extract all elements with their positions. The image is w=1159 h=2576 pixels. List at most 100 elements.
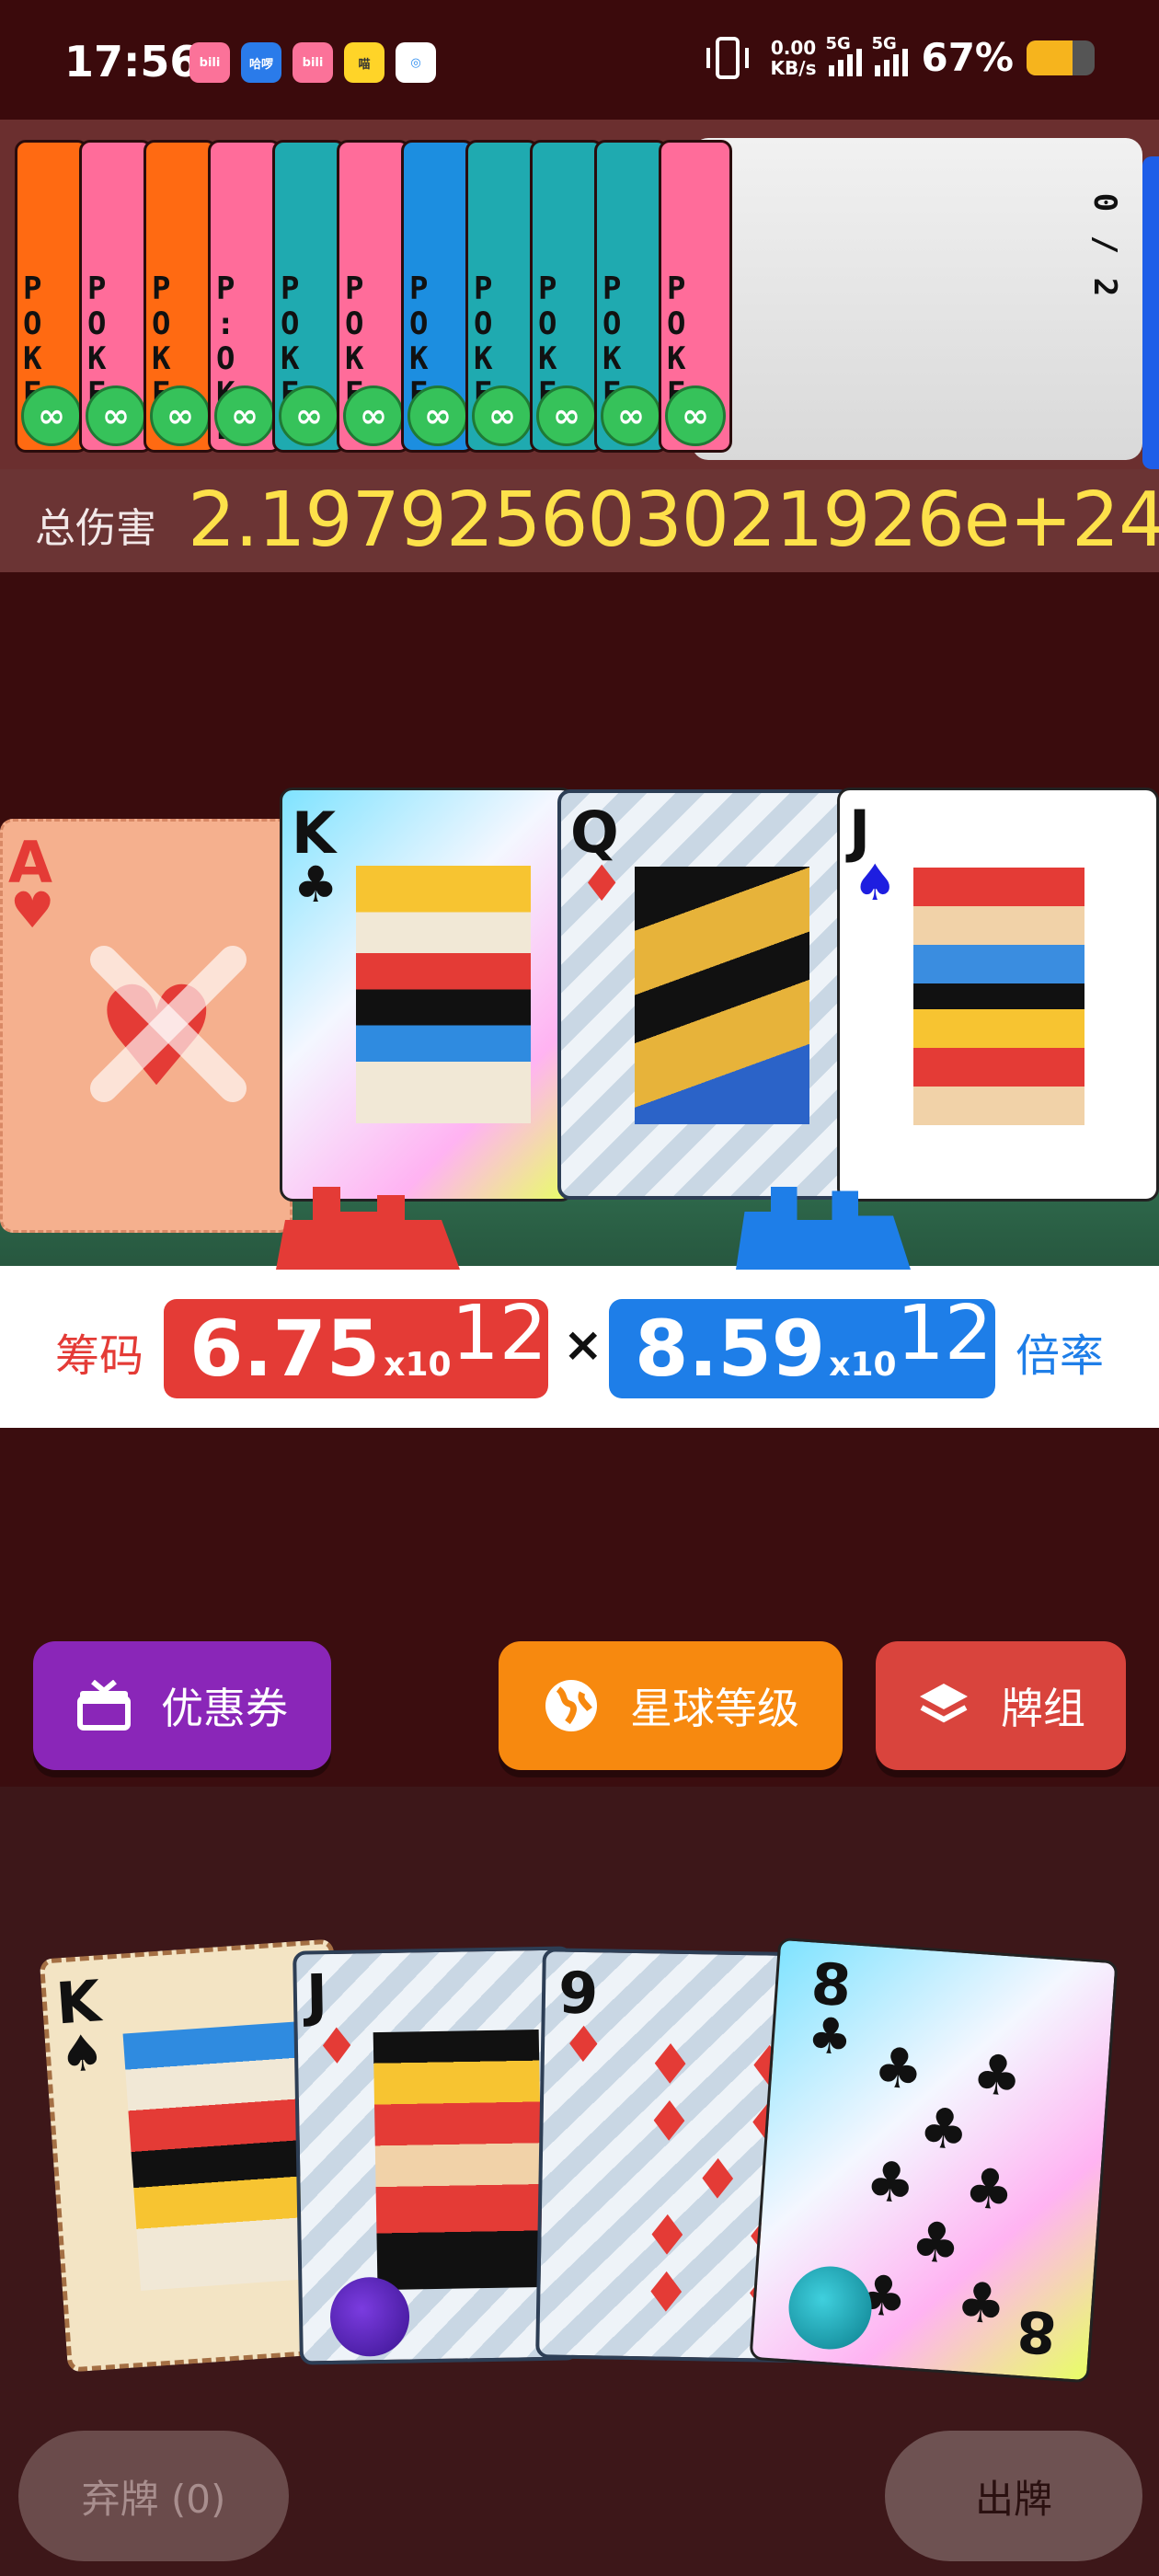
club-icon: ♣	[805, 2006, 855, 2067]
infinity-badge-icon: ∞	[472, 385, 533, 446]
purple-seal-icon	[329, 2276, 410, 2358]
diamond-icon: ♦	[314, 2017, 360, 2076]
infinity-badge-icon: ∞	[343, 385, 404, 446]
notification-icons: bili 哈啰 bili 喵 ◎	[189, 42, 436, 83]
yellow-app-icon: 喵	[344, 42, 384, 83]
joker-card[interactable]: P O K E∞	[337, 140, 410, 453]
net-speed-unit: KB/s	[770, 56, 817, 79]
joker-card[interactable]: P O K E∞	[465, 140, 539, 453]
joker-card[interactable]: P O K E∞	[272, 140, 346, 453]
infinity-badge-icon: ∞	[279, 385, 339, 446]
joker-card[interactable]: P O K E∞	[659, 140, 732, 453]
discarded-x-icon	[90, 946, 247, 1102]
king-portrait	[122, 2021, 316, 2291]
joker-card[interactable]: P O K E∞	[530, 140, 603, 453]
bilibili-app-icon-2: bili	[293, 42, 333, 83]
chips-x10: x10	[384, 1346, 452, 1384]
signal-1-icon: 5G	[825, 34, 863, 76]
gift-icon	[77, 1680, 131, 1731]
chips-label: 筹码	[55, 1330, 144, 1382]
mult-box: 8.59 x10 124	[609, 1290, 1040, 1398]
infinity-badge-icon: ∞	[150, 385, 211, 446]
hello-app-icon: 哈啰	[241, 42, 281, 83]
sim2-label: 5G	[871, 33, 897, 53]
infinity-badge-icon: ∞	[536, 385, 597, 446]
voucher-button[interactable]: 优惠券	[33, 1641, 331, 1770]
times-icon: ×	[563, 1317, 603, 1373]
total-damage-value: 2.197925603021926e+246	[188, 477, 1159, 564]
infinity-badge-icon: ∞	[665, 385, 726, 446]
diamond-icon: ♦	[560, 2015, 607, 2075]
infinity-badge-icon: ∞	[601, 385, 661, 446]
joker-card[interactable]: P O K E∞	[15, 140, 88, 453]
infinity-badge-icon: ∞	[214, 385, 275, 446]
score-band: 筹码 6.75 x10 121 × 8.59 x10 124 倍率	[0, 1266, 1159, 1428]
played-card-king-clubs[interactable]: K ♣	[280, 788, 574, 1202]
discard-button[interactable]: 弃牌 (0)	[18, 2431, 289, 2561]
card-rank: J	[849, 798, 871, 865]
signal-2-icon: 5G	[871, 34, 909, 76]
mult-label: 倍率	[1015, 1330, 1104, 1382]
card-rank-bottom: 8	[1014, 2296, 1059, 2367]
bilibili-app-icon: bili	[189, 42, 230, 83]
club-icon: ♣	[293, 856, 339, 914]
diamond-icon: ♦	[580, 855, 625, 913]
queen-portrait	[635, 867, 809, 1124]
deck-button[interactable]: 牌组	[876, 1641, 1126, 1770]
card-rank: J	[305, 1961, 328, 2030]
planet-level-button[interactable]: 星球等级	[499, 1641, 843, 1770]
joker-card[interactable]: P : O K E∞	[208, 140, 281, 453]
page-separator: /	[1085, 235, 1123, 255]
net-speed-value: 0.00	[770, 36, 817, 59]
joker-page-indicator: 0 / 2	[1086, 184, 1123, 305]
mult-base: 8.59	[635, 1304, 826, 1394]
card-rank: 9	[557, 1959, 599, 2028]
king-portrait	[356, 866, 531, 1123]
status-bar: 17:56 bili 哈啰 bili 喵 ◎ 0.00 KB/s 5G 5G 6…	[0, 0, 1159, 120]
joker-card[interactable]: P O K E∞	[594, 140, 668, 453]
deck-label: 牌组	[1001, 1684, 1085, 1733]
joker-card[interactable]: P O K E∞	[143, 140, 217, 453]
page-total: 2	[1085, 277, 1123, 297]
game-screen: 17:56 bili 哈啰 bili 喵 ◎ 0.00 KB/s 5G 5G 6…	[0, 0, 1159, 2576]
joker-scroll-panel[interactable]: 0 / 2	[692, 138, 1142, 460]
browser-app-icon: ◎	[396, 42, 436, 83]
globe-icon	[545, 1680, 597, 1731]
played-card-queen-diamonds[interactable]: Q ♦	[557, 789, 852, 1200]
battery-icon	[1027, 40, 1095, 75]
infinity-badge-icon: ∞	[407, 385, 468, 446]
hand-card-eight-clubs[interactable]: 8 ♣ ♣ ♣ ♣ ♣ ♣ ♣ ♣ ♣ 8	[749, 1937, 1119, 2384]
planet-level-label: 星球等级	[630, 1684, 799, 1733]
spade-icon: ♠	[57, 2023, 107, 2085]
voucher-label: 优惠券	[161, 1684, 288, 1733]
battery-percent: 67%	[921, 35, 1014, 80]
spade-icon: ♠	[853, 854, 898, 912]
layers-icon	[920, 1684, 968, 1723]
vibrate-icon	[706, 36, 749, 79]
chips-base: 6.75	[189, 1304, 381, 1394]
total-damage-row: 总伤害 2.197925603021926e+246	[0, 469, 1159, 572]
page-current: 0	[1085, 192, 1123, 213]
status-time: 17:56	[64, 37, 200, 86]
chips-box: 6.75 x10 121	[164, 1290, 595, 1398]
joker-strip[interactable]: P O K E∞P O K E∞P O K E∞P : O K E∞P O K …	[0, 120, 1159, 469]
sim1-label: 5G	[825, 33, 851, 53]
next-joker-peek[interactable]	[1142, 156, 1159, 469]
mult-x10: x10	[829, 1346, 897, 1384]
infinity-badge-icon: ∞	[21, 385, 82, 446]
infinity-badge-icon: ∞	[86, 385, 146, 446]
net-speed: 0.00 KB/s	[771, 38, 817, 78]
status-right: 0.00 KB/s 5G 5G 67%	[706, 34, 1095, 80]
jack-portrait	[373, 2030, 544, 2291]
joker-card[interactable]: P O K E∞	[401, 140, 475, 453]
heart-icon: ♥	[10, 881, 55, 939]
jack-portrait	[913, 868, 1084, 1125]
pips-clubs: ♣ ♣ ♣ ♣ ♣ ♣ ♣ ♣	[855, 2035, 1025, 2338]
battery-fill	[1027, 40, 1073, 75]
played-card-jack[interactable]: J ♠	[837, 788, 1159, 1202]
play-button[interactable]: 出牌	[885, 2431, 1142, 2561]
played-card-ace-hearts[interactable]: A ♥ ♥	[0, 819, 293, 1233]
joker-card[interactable]: P O K E∞	[79, 140, 153, 453]
total-damage-label: 总伤害	[35, 505, 156, 552]
card-rank: K	[292, 799, 337, 867]
